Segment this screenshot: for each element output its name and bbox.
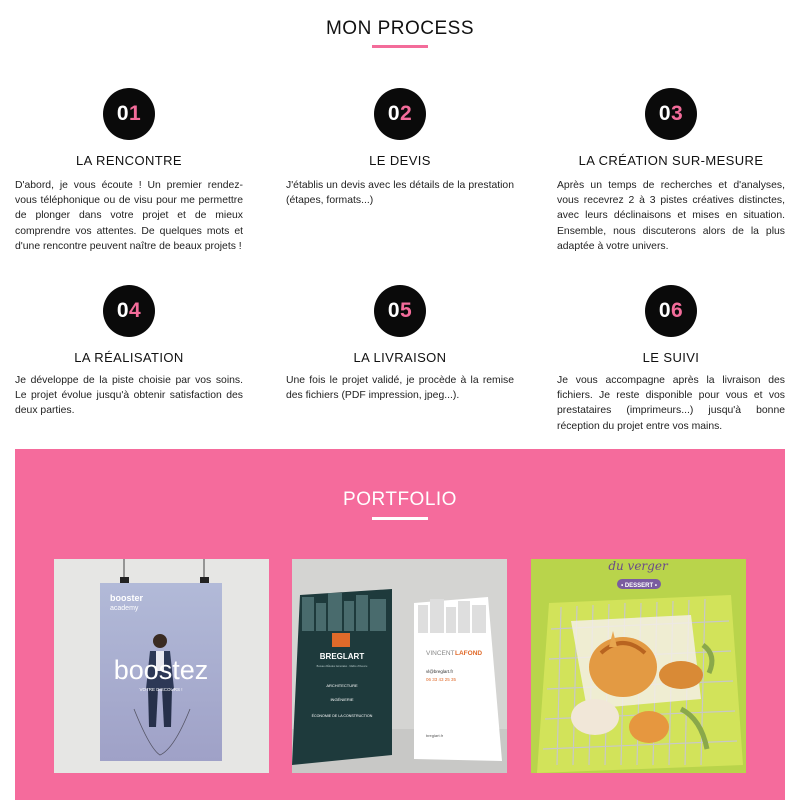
svg-text:ARCHITECTURE: ARCHITECTURE	[326, 683, 358, 688]
svg-text:ÉCONOMIE DE LA CONSTRUCTION: ÉCONOMIE DE LA CONSTRUCTION	[312, 713, 373, 718]
process-step-5: 05 LA LIVRAISON Une fois le projet valid…	[286, 285, 514, 445]
step-description: D'abord, je vous écoute ! Un premier ren…	[15, 180, 243, 252]
step-description: Après un temps de recherches et d'analys…	[557, 180, 785, 252]
step-number-badge: 06	[645, 285, 697, 337]
svg-text:06 33 43 25 35: 06 33 43 25 35	[426, 677, 457, 682]
poster-mockup-image: booster academy boostez VOTRE DISCOURS !	[54, 559, 269, 773]
svg-text:VOTRE DISCOURS !: VOTRE DISCOURS !	[139, 687, 182, 692]
process-title: MON PROCESS	[325, 18, 475, 39]
svg-text:BREGLART: BREGLART	[320, 652, 365, 661]
svg-text:breglart.fr: breglart.fr	[426, 733, 444, 738]
process-title-underline	[372, 45, 428, 48]
step-title: LA RENCONTRE	[76, 153, 182, 168]
business-cards-image: BREGLART Bureau d'Études Générales · Maî…	[292, 559, 507, 773]
step-number-badge: 02	[374, 88, 426, 140]
process-step-3: 03 LA CRÉATION SUR-MESURE Après un temps…	[557, 88, 785, 273]
process-step-6: 06 LE SUIVI Je vous accompagne après la …	[557, 285, 785, 445]
step-description: Je vous accompagne après la livraison de…	[557, 375, 785, 432]
svg-text:• DESSERT •: • DESSERT •	[621, 583, 657, 589]
process-step-1: 01 LA RENCONTRE D'abord, je vous écoute …	[15, 88, 243, 273]
step-title: LA RÉALISATION	[74, 350, 184, 365]
svg-text:LAFOND: LAFOND	[455, 650, 482, 657]
svg-text:academy: academy	[110, 605, 139, 612]
svg-text:VINCENT: VINCENT	[426, 650, 455, 657]
step-number-badge: 04	[103, 285, 155, 337]
portfolio-item-poster[interactable]: booster academy boostez VOTRE DISCOURS !	[54, 559, 269, 773]
step-title: LA LIVRAISON	[353, 350, 447, 365]
step-description: Une fois le projet validé, je procède à …	[286, 375, 514, 402]
svg-text:du verger: du verger	[608, 559, 669, 573]
portfolio-section: PORTFOLIO booster academy boostez VOTRE …	[15, 449, 785, 800]
svg-text:INGÉNIERIE: INGÉNIERIE	[330, 697, 353, 702]
svg-text:Bureau d'Études Générales · Ma: Bureau d'Études Générales · Maître d'Oeu…	[317, 665, 368, 668]
portfolio-title: PORTFOLIO	[343, 489, 457, 510]
step-description: Je développe de la piste choisie par vos…	[15, 375, 243, 417]
step-description: J'établis un devis avec les détails de l…	[286, 180, 514, 207]
step-title: LE DEVIS	[369, 153, 431, 168]
step-number-badge: 03	[645, 88, 697, 140]
process-step-2: 02 LE DEVIS J'établis un devis avec les …	[286, 88, 514, 273]
process-step-4: 04 LA RÉALISATION Je développe de la pis…	[15, 285, 243, 445]
step-number-badge: 05	[374, 285, 426, 337]
step-title: LA CRÉATION SUR-MESURE	[578, 153, 764, 168]
svg-text:boostez: boostez	[114, 655, 209, 685]
dessert-photo-image: du verger • DESSERT •	[531, 559, 746, 773]
step-title: LE SUIVI	[642, 350, 700, 365]
portfolio-item-food[interactable]: du verger • DESSERT •	[531, 559, 746, 773]
portfolio-title-underline	[372, 517, 428, 520]
step-number-badge: 01	[103, 88, 155, 140]
svg-text:booster: booster	[110, 593, 144, 603]
portfolio-item-business-cards[interactable]: BREGLART Bureau d'Études Générales · Maî…	[292, 559, 507, 773]
svg-text:vl@breglart.fr: vl@breglart.fr	[426, 669, 454, 674]
process-section: MON PROCESS 01 LA RENCONTRE D'abord, je …	[0, 0, 800, 450]
